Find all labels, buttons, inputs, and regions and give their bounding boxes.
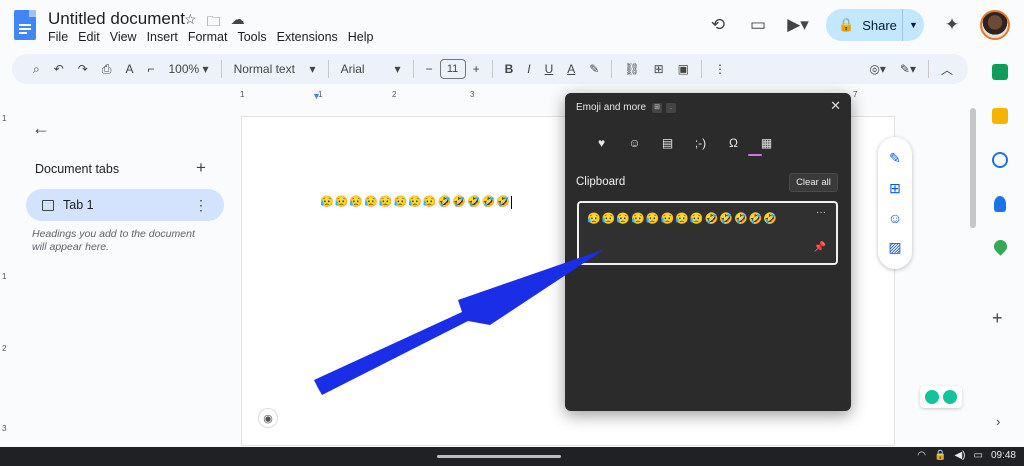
annotation-arrow-shape [314, 249, 605, 395]
shelf-handle[interactable] [437, 455, 561, 458]
wifi-icon: ◠ [917, 450, 927, 461]
status-area[interactable]: ◠ 🔒 ◀) ▭ 09:48 [917, 450, 1016, 461]
battery-icon: ▭ [973, 450, 983, 461]
clock: 09:48 [990, 450, 1016, 461]
annotation-arrow [314, 249, 605, 395]
volume-icon: ◀) [954, 450, 966, 461]
os-shelf: ◠ 🔒 ◀) ▭ 09:48 [0, 447, 1024, 466]
lock-icon: 🔒 [934, 450, 947, 461]
